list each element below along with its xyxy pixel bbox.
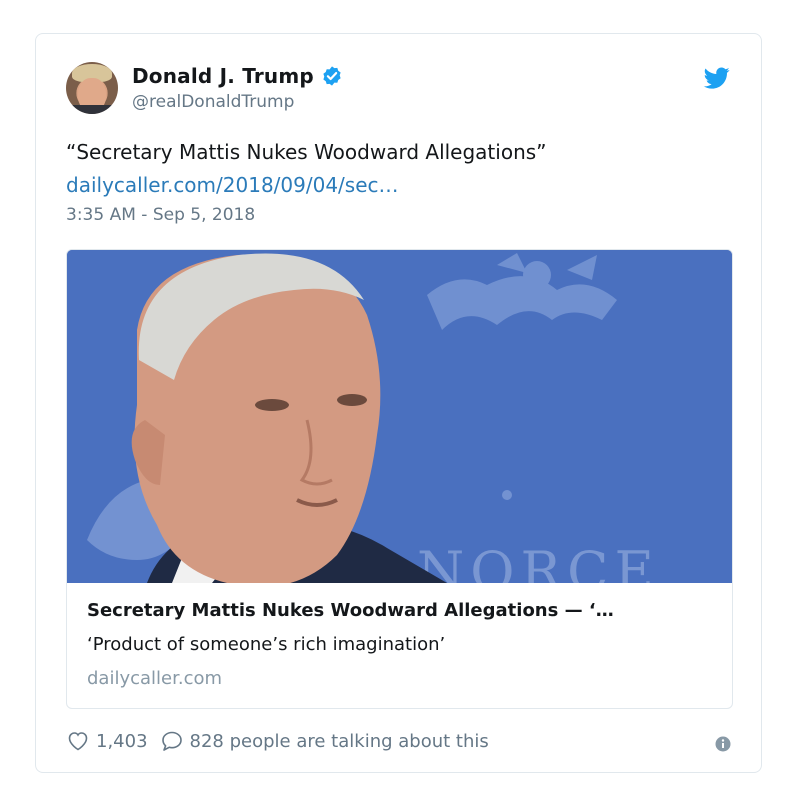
link-preview-card[interactable]: NORCE Secretary Mattis Nukes Woodward Al…: [66, 249, 733, 709]
tweet-link[interactable]: dailycaller.com/2018/09/04/sec…: [66, 169, 726, 202]
embedded-tweet: Donald J. Trump @realDonaldTrump “Secret…: [35, 33, 762, 773]
tweet-actions: 1,403 828 people are talking about this: [66, 729, 501, 753]
tweet-text: “Secretary Mattis Nukes Woodward Allegat…: [66, 136, 726, 202]
card-title[interactable]: Secretary Mattis Nukes Woodward Allegati…: [87, 600, 717, 621]
tweet-timestamp[interactable]: 3:35 AM - Sep 5, 2018: [66, 205, 255, 225]
comment-bubble-icon: [161, 731, 182, 751]
card-description: ‘Product of someone’s rich imagination’: [87, 634, 446, 655]
like-count[interactable]: 1,403: [96, 731, 148, 752]
twitter-bird-icon[interactable]: [703, 65, 731, 91]
card-image-backdrop-text: NORCE: [417, 540, 660, 583]
card-image[interactable]: NORCE: [67, 250, 732, 583]
author-handle[interactable]: @realDonaldTrump: [132, 92, 294, 112]
like-button[interactable]: 1,403: [66, 729, 148, 753]
info-icon[interactable]: [715, 736, 731, 752]
heart-icon: [68, 732, 88, 751]
conversation-button[interactable]: 828 people are talking about this: [160, 729, 489, 753]
author-name-row[interactable]: Donald J. Trump: [132, 64, 343, 88]
verified-badge-icon: [323, 66, 341, 86]
conversation-text[interactable]: 828 people are talking about this: [190, 731, 489, 752]
tweet-quote: “Secretary Mattis Nukes Woodward Allegat…: [66, 140, 547, 164]
avatar[interactable]: [66, 62, 118, 114]
card-domain[interactable]: dailycaller.com: [87, 668, 222, 689]
author-display-name[interactable]: Donald J. Trump: [132, 64, 314, 88]
